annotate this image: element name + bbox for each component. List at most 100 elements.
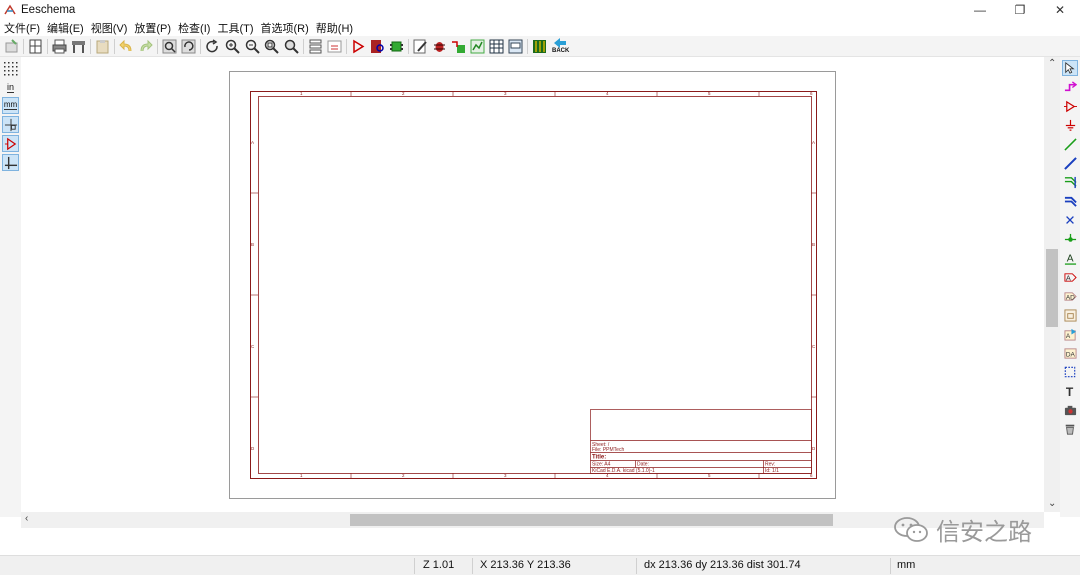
horizontal-scrollbar[interactable]: ‹ bbox=[21, 512, 1044, 528]
paste-icon[interactable] bbox=[95, 39, 110, 54]
wire-icon bbox=[1063, 137, 1077, 151]
highlight-net-icon bbox=[1064, 80, 1077, 91]
junction-icon bbox=[1064, 233, 1076, 242]
zoom-out-icon[interactable] bbox=[245, 39, 260, 54]
highlight-net-button[interactable] bbox=[1062, 79, 1078, 95]
wire-to-bus-entry-button[interactable] bbox=[1062, 174, 1078, 190]
right-toolbar: A A AD A DA T bbox=[1060, 57, 1080, 517]
erc-bug-icon[interactable] bbox=[432, 39, 447, 54]
net-label-button[interactable]: A bbox=[1062, 250, 1078, 266]
svg-text:A: A bbox=[1065, 333, 1070, 340]
plot-icon[interactable] bbox=[71, 39, 86, 54]
simulator-icon[interactable] bbox=[508, 39, 523, 54]
menu-edit[interactable]: 编辑(E) bbox=[47, 20, 84, 36]
horizontal-scroll-thumb[interactable] bbox=[350, 514, 833, 526]
menu-help[interactable]: 帮助(H) bbox=[316, 20, 353, 36]
menu-bar: 文件(F) 编辑(E) 视图(V) 放置(P) 检查(I) 工具(T) 首选项(… bbox=[0, 19, 1080, 36]
cursor-style-button[interactable] bbox=[2, 116, 19, 133]
restore-button[interactable]: ❐ bbox=[1000, 0, 1040, 20]
hidden-pins-button[interactable] bbox=[2, 135, 19, 152]
place-symbol-button[interactable] bbox=[1062, 98, 1078, 114]
back-annotate-button[interactable]: BACK bbox=[551, 37, 569, 57]
text-button[interactable]: T bbox=[1062, 383, 1078, 399]
svg-text:AD: AD bbox=[1065, 294, 1074, 301]
annotate-icon[interactable] bbox=[413, 39, 428, 54]
image-button[interactable] bbox=[1062, 402, 1078, 418]
place-power-button[interactable] bbox=[1062, 117, 1078, 133]
title-block-file: File: PPMTech bbox=[592, 447, 624, 453]
delete-item-button[interactable] bbox=[1062, 421, 1078, 437]
no-connect-button[interactable] bbox=[1062, 212, 1078, 228]
hierarchical-sheet-icon bbox=[1063, 308, 1077, 322]
wechat-logo-icon bbox=[894, 516, 928, 542]
minimize-button[interactable]: — bbox=[960, 0, 1000, 20]
units-mm-button[interactable]: mm bbox=[2, 97, 19, 114]
svg-text:T: T bbox=[1065, 385, 1073, 398]
scroll-left-icon[interactable]: ‹ bbox=[25, 513, 28, 524]
hierarchical-label-button[interactable]: AD bbox=[1062, 288, 1078, 304]
zoom-fit-icon[interactable] bbox=[264, 39, 279, 54]
grid-icon bbox=[4, 62, 18, 76]
footprint-editor-icon[interactable] bbox=[389, 39, 404, 54]
watermark: 信安之路 bbox=[892, 512, 1032, 547]
bus-to-bus-entry-button[interactable] bbox=[1062, 193, 1078, 209]
wire-angle-button[interactable] bbox=[2, 154, 19, 171]
bus-bus-entry-icon bbox=[1064, 196, 1077, 207]
wire-angle-icon bbox=[4, 156, 17, 169]
sheet-pin-icon: DA bbox=[1063, 347, 1077, 359]
global-label-button[interactable]: A bbox=[1062, 269, 1078, 285]
page-settings-icon[interactable] bbox=[28, 39, 43, 54]
import-sheet-pin-button[interactable]: A bbox=[1062, 326, 1078, 342]
title-block-kicad: KiCad E.D.A. kicad (5.1.0)-1 bbox=[592, 468, 655, 474]
toggle-grid-button[interactable] bbox=[2, 60, 19, 77]
crosshair-icon bbox=[4, 118, 17, 131]
symbol-editor-icon[interactable] bbox=[351, 39, 366, 54]
symbol-icon bbox=[1063, 100, 1077, 112]
title-block-date: Date: bbox=[637, 462, 649, 468]
title-block-title: Title: bbox=[592, 455, 606, 461]
close-button[interactable]: ✕ bbox=[1040, 0, 1080, 20]
find-replace-icon[interactable] bbox=[181, 39, 196, 54]
zoom-in-icon[interactable] bbox=[225, 39, 240, 54]
new-schematic-icon[interactable] bbox=[4, 39, 19, 54]
find-icon[interactable] bbox=[162, 39, 177, 54]
vertical-scroll-thumb[interactable] bbox=[1046, 249, 1058, 327]
select-tool-button[interactable] bbox=[1062, 60, 1078, 76]
menu-place[interactable]: 放置(P) bbox=[134, 20, 171, 36]
leave-sheet-icon[interactable] bbox=[327, 39, 342, 54]
pcbnew-icon[interactable] bbox=[532, 39, 547, 54]
units-inches-button[interactable]: in bbox=[2, 79, 19, 96]
refresh-icon[interactable] bbox=[205, 39, 220, 54]
undo-icon[interactable] bbox=[119, 39, 134, 54]
watermark-text: 信安之路 bbox=[936, 518, 1032, 546]
zoom-selection-icon[interactable] bbox=[284, 39, 299, 54]
sheet-pin-button[interactable]: DA bbox=[1062, 345, 1078, 361]
no-connect-icon bbox=[1066, 216, 1074, 224]
hierarchical-sheet-button[interactable] bbox=[1062, 307, 1078, 323]
trash-icon bbox=[1065, 424, 1075, 435]
menu-file[interactable]: 文件(F) bbox=[4, 20, 40, 36]
row-letter-left-b: B bbox=[251, 242, 254, 247]
menu-tools[interactable]: 工具(T) bbox=[217, 20, 253, 36]
redo-icon[interactable] bbox=[138, 39, 153, 54]
netlist-icon[interactable] bbox=[470, 39, 485, 54]
assign-footprints-icon[interactable] bbox=[451, 39, 466, 54]
symbol-browser-icon[interactable] bbox=[370, 39, 385, 54]
title-block-rev: Rev: bbox=[765, 462, 775, 468]
bom-icon[interactable] bbox=[489, 39, 504, 54]
place-bus-button[interactable] bbox=[1062, 155, 1078, 171]
menu-view[interactable]: 视图(V) bbox=[91, 20, 128, 36]
place-wire-button[interactable] bbox=[1062, 136, 1078, 152]
hidden-pins-icon bbox=[4, 137, 16, 150]
menu-inspect[interactable]: 检查(I) bbox=[178, 20, 210, 36]
scroll-up-icon[interactable]: ⌃ bbox=[1048, 58, 1056, 69]
schematic-canvas[interactable]: 1 2 3 4 5 6 1 2 3 4 5 6 A B C D A B C D bbox=[21, 57, 1044, 512]
print-icon[interactable] bbox=[52, 39, 67, 54]
hierarchy-navigator-icon[interactable] bbox=[308, 39, 323, 54]
row-letter-left-a: A bbox=[251, 140, 254, 145]
menu-preferences[interactable]: 首选项(R) bbox=[261, 20, 309, 36]
vertical-scrollbar[interactable]: ⌃ ⌄ bbox=[1044, 57, 1060, 512]
scroll-down-icon[interactable]: ⌄ bbox=[1048, 498, 1056, 509]
graphic-lines-button[interactable] bbox=[1062, 364, 1078, 380]
junction-button[interactable] bbox=[1062, 231, 1078, 247]
